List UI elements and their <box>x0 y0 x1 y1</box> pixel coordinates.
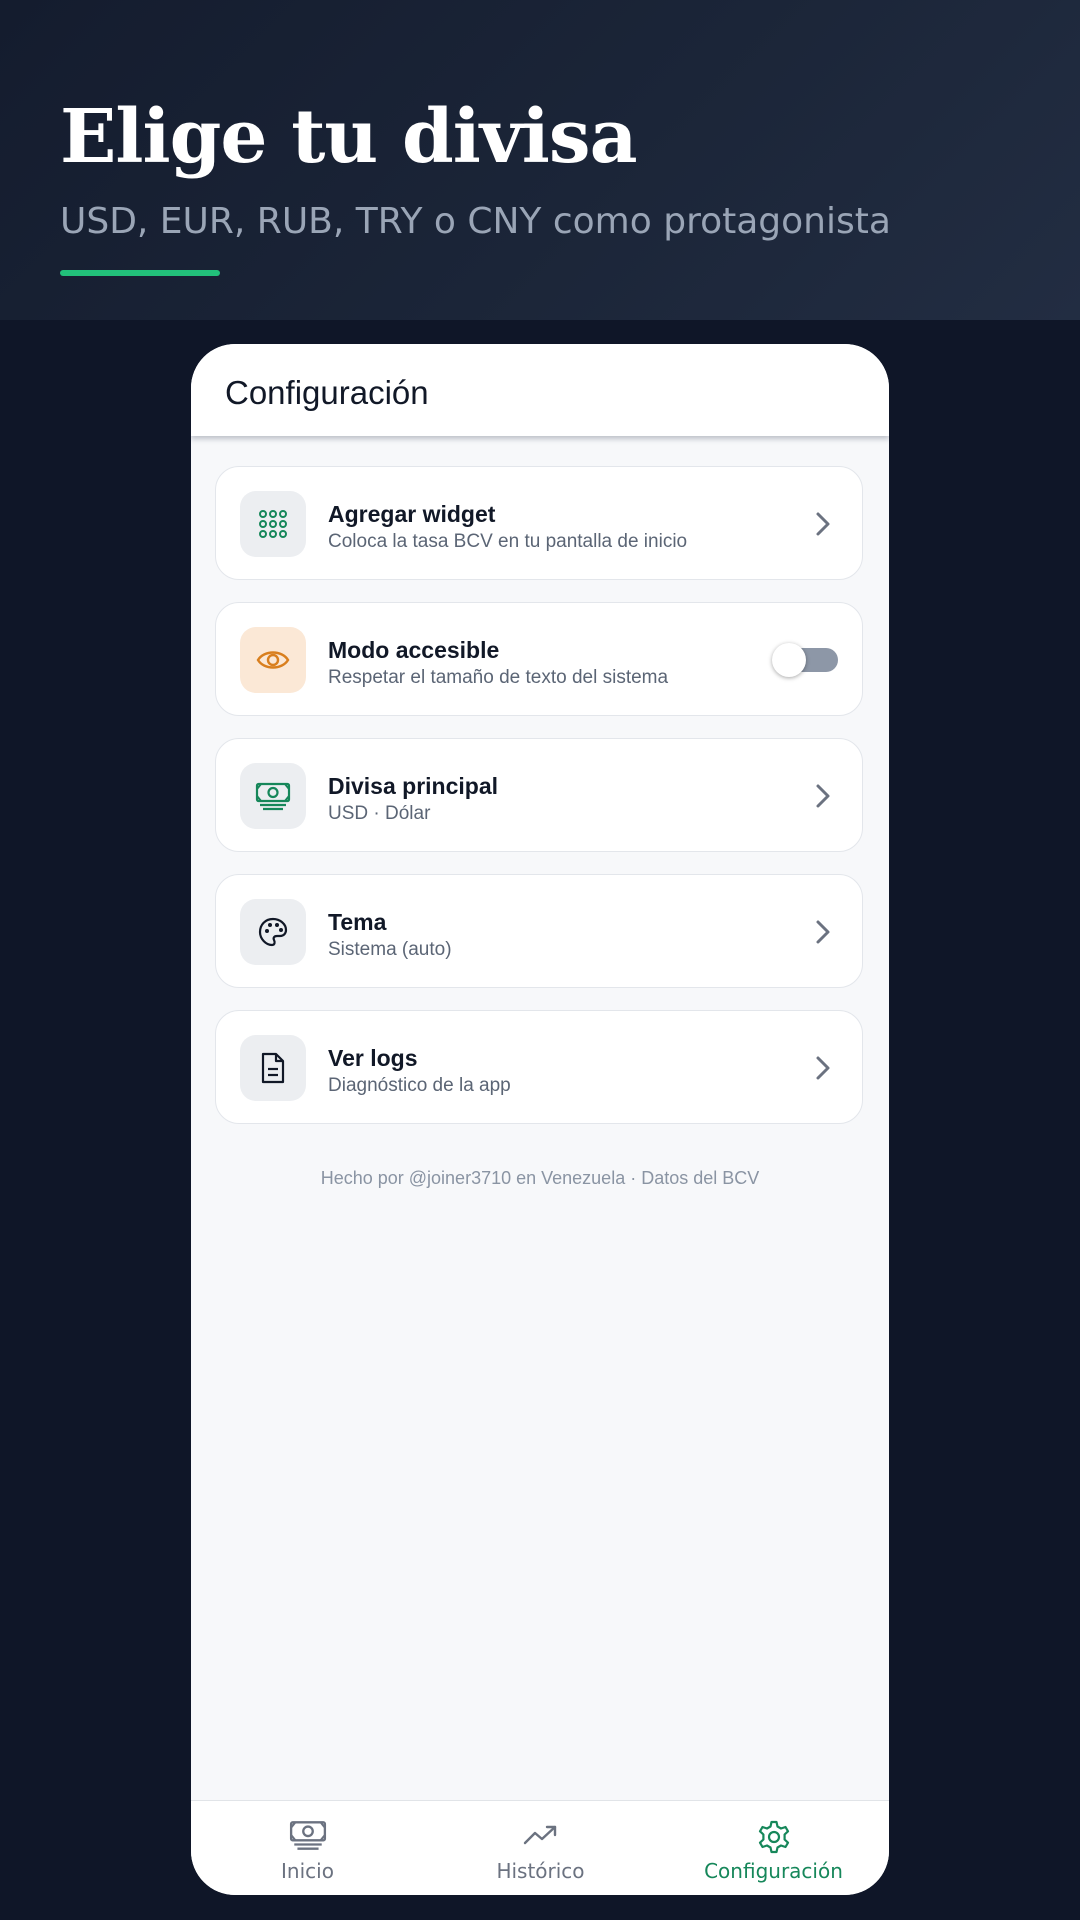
phone-screen: Configuración Agregar widget Coloca la t… <box>191 344 889 1895</box>
settings-item-title: Modo accesible <box>328 637 500 663</box>
settings-item-subtitle: Coloca la tasa BCV en tu pantalla de ini… <box>328 531 688 552</box>
nav-item-historico[interactable]: Histórico <box>424 1801 657 1895</box>
trend-up-icon <box>523 1825 556 1845</box>
banknote-icon <box>240 763 306 829</box>
eye-icon <box>240 627 306 693</box>
accent-underline <box>60 270 220 276</box>
nav-item-inicio[interactable]: Inicio <box>191 1801 424 1895</box>
banknote-icon <box>289 1821 326 1850</box>
grid-dots-icon <box>240 491 306 557</box>
settings-item-subtitle: USD · Dólar <box>328 803 431 824</box>
palette-icon <box>240 899 306 965</box>
nav-label: Histórico <box>496 1859 585 1883</box>
bottom-navigation: Inicio Histórico Configuración <box>191 1800 889 1895</box>
chevron-right-icon <box>816 1056 830 1080</box>
promo-header: Elige tu divisa USD, EUR, RUB, TRY o CNY… <box>0 0 1080 320</box>
chevron-right-icon <box>816 920 830 944</box>
page-title: Configuración <box>225 374 429 411</box>
toggle-knob <box>772 643 806 677</box>
settings-item-main-currency[interactable]: Divisa principal USD · Dólar <box>215 738 863 852</box>
settings-item-title: Tema <box>328 909 387 935</box>
settings-item-subtitle: Respetar el tamaño de texto del sistema <box>328 667 669 688</box>
settings-item-view-logs[interactable]: Ver logs Diagnóstico de la app <box>215 1010 863 1124</box>
settings-item-theme[interactable]: Tema Sistema (auto) <box>215 874 863 988</box>
promo-subtitle: USD, EUR, RUB, TRY o CNY como protagonis… <box>60 201 891 242</box>
nav-item-configuracion[interactable]: Configuración <box>657 1801 889 1895</box>
credits-note: Hecho por @joiner3710 en Venezuela · Dat… <box>320 1168 760 1188</box>
gear-icon <box>758 1820 789 1854</box>
promo-title: Elige tu divisa <box>60 94 638 180</box>
app-bar: Configuración <box>191 344 889 436</box>
settings-item-subtitle: Diagnóstico de la app <box>328 1075 511 1096</box>
settings-item-title: Agregar widget <box>328 501 496 527</box>
nav-label: Inicio <box>281 1859 334 1883</box>
document-icon <box>240 1035 306 1101</box>
nav-label: Configuración <box>704 1859 843 1883</box>
chevron-right-icon <box>816 512 830 536</box>
settings-item-subtitle: Sistema (auto) <box>328 939 452 960</box>
settings-item-add-widget[interactable]: Agregar widget Coloca la tasa BCV en tu … <box>215 466 863 580</box>
settings-item-accessible-mode: Modo accesible Respetar el tamaño de tex… <box>215 602 863 716</box>
settings-item-title: Divisa principal <box>328 773 499 799</box>
chevron-right-icon <box>816 784 830 808</box>
accessible-mode-toggle[interactable] <box>772 643 838 677</box>
settings-item-title: Ver logs <box>328 1045 418 1071</box>
